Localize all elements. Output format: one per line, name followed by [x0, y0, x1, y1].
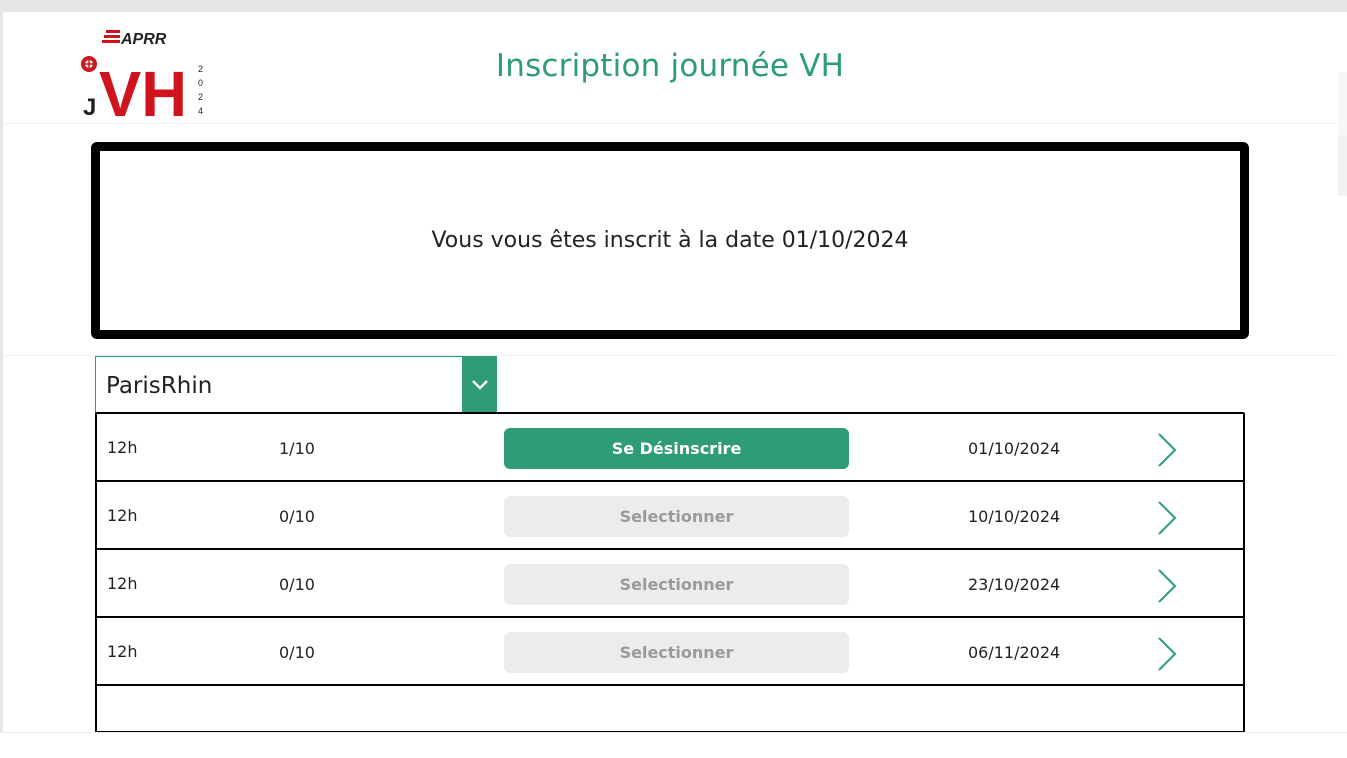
slot-time: 12h	[107, 574, 138, 593]
slot-date: 01/10/2024	[968, 439, 1061, 458]
select-button[interactable]: Selectionner	[504, 496, 849, 537]
slot-date: 10/10/2024	[968, 507, 1061, 526]
svg-text:2: 2	[198, 92, 203, 102]
aprr-jvh-logo: APRR J VH 2 0 2 4	[77, 26, 207, 130]
site-dropdown-value: ParisRhin	[106, 373, 213, 399]
slot-capacity: 0/10	[279, 507, 315, 526]
chevron-right-icon[interactable]	[1153, 635, 1181, 673]
slot-time: 12h	[107, 506, 138, 525]
chevron-down-icon	[471, 379, 488, 390]
dropdown-toggle-button[interactable]	[462, 356, 497, 413]
page-title: Inscription journée VH	[495, 48, 845, 84]
svg-text:4: 4	[198, 106, 203, 116]
svg-text:APRR: APRR	[120, 31, 167, 48]
slot-time: 12h	[107, 642, 138, 661]
svg-text:2: 2	[198, 64, 203, 74]
slot-capacity: 0/10	[279, 643, 315, 662]
chevron-right-icon[interactable]	[1153, 499, 1181, 537]
slot-row: 12h 0/10 Selectionner 10/10/2024	[97, 482, 1243, 550]
select-button[interactable]: Selectionner	[504, 632, 849, 673]
slot-date: 06/11/2024	[968, 643, 1061, 662]
chevron-right-icon[interactable]	[1153, 431, 1181, 469]
select-button[interactable]: Selectionner	[504, 564, 849, 605]
slot-capacity: 1/10	[279, 439, 315, 458]
slot-capacity: 0/10	[279, 575, 315, 594]
slot-date: 23/10/2024	[968, 575, 1061, 594]
confirmation-message: Vous vous êtes inscrit à la date 01/10/2…	[431, 228, 909, 253]
svg-text:J: J	[83, 94, 96, 118]
slot-row: 12h 0/10 Selectionner 23/10/2024	[97, 550, 1243, 618]
scroll-edge	[1338, 12, 1347, 732]
site-dropdown[interactable]: ParisRhin	[95, 356, 497, 413]
chevron-right-icon[interactable]	[1153, 567, 1181, 605]
slot-time: 12h	[107, 438, 138, 457]
unregister-button[interactable]: Se Désinscrire	[504, 428, 849, 469]
slot-row: 12h 1/10 Se Désinscrire 01/10/2024	[97, 414, 1243, 482]
slots-table: 12h 1/10 Se Désinscrire 01/10/2024 12h 0…	[95, 412, 1245, 733]
footer-area	[0, 732, 1347, 758]
header: APRR J VH 2 0 2 4 Inscription journée VH	[3, 12, 1338, 130]
svg-text:VH: VH	[99, 58, 187, 118]
slot-row: 12h 0/10 Selectionner 06/11/2024	[97, 618, 1243, 686]
confirmation-message-box: Vous vous êtes inscrit à la date 01/10/2…	[91, 142, 1249, 339]
svg-text:0: 0	[198, 78, 203, 88]
